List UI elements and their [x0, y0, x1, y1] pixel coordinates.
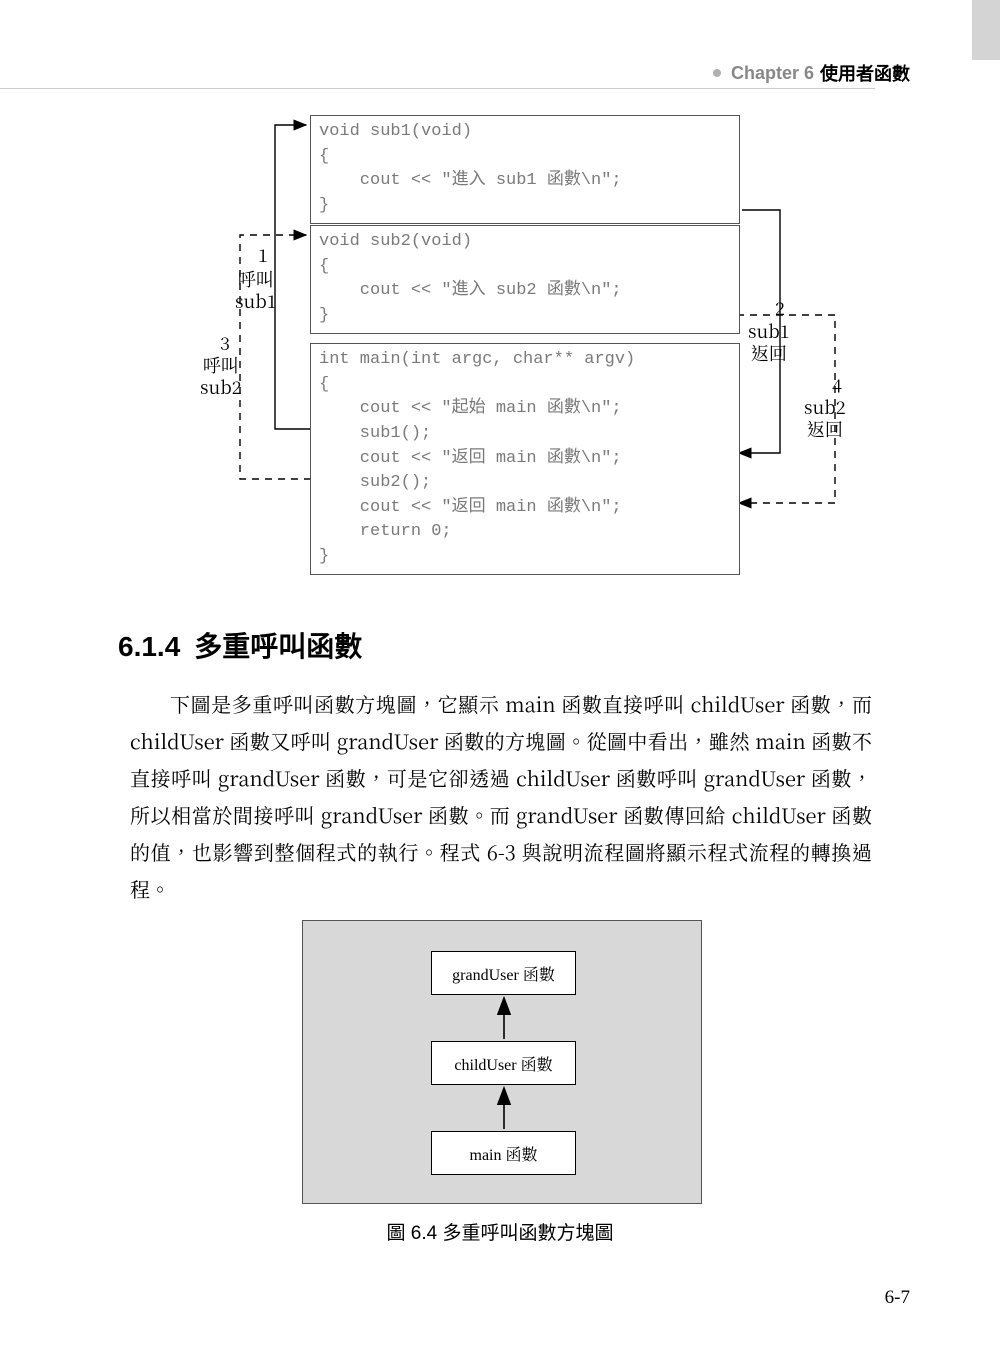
childuser-box: childUser 函數 — [431, 1041, 576, 1085]
section-number: 6.1.4 — [118, 631, 180, 662]
code-flow-diagram: void sub1(void) { cout << "進入 sub1 函數\n"… — [220, 115, 880, 575]
granduser-box: grandUser 函數 — [431, 951, 576, 995]
header-rule — [0, 88, 875, 89]
label-call-sub1: 呼叫 sub1 — [235, 269, 277, 312]
label-sub1-return: sub1 返回 — [748, 321, 790, 364]
main-box: main 函數 — [431, 1131, 576, 1175]
chapter-label: Chapter 6 — [731, 63, 814, 84]
label-num-1: 1 — [258, 245, 268, 267]
label-num-2: 2 — [775, 298, 785, 320]
figure-caption: 圖 6.4 多重呼叫函數方塊圖 — [0, 1218, 1000, 1245]
sub2-code-box: void sub2(void) { cout << "進入 sub2 函數\n"… — [310, 225, 740, 334]
label-sub2-return: sub2 返回 — [804, 397, 846, 440]
chapter-title: 使用者函數 — [820, 60, 910, 86]
chapter-tab — [972, 0, 1000, 60]
header-bullet-icon — [713, 69, 721, 77]
block-diagram: grandUser 函數 childUser 函數 main 函數 — [302, 920, 702, 1204]
section-heading: 6.1.4 多重呼叫函數 — [118, 625, 362, 665]
section-title: 多重呼叫函數 — [194, 631, 362, 662]
label-call-sub2: 呼叫 sub2 — [200, 355, 242, 398]
page-number: 6-7 — [885, 1287, 910, 1309]
sub1-code-box: void sub1(void) { cout << "進入 sub1 函數\n"… — [310, 115, 740, 224]
body-paragraph: 下圖是多重呼叫函數方塊圖，它顯示 main 函數直接呼叫 childUser 函… — [130, 685, 872, 907]
main-code-box: int main(int argc, char** argv) { cout <… — [310, 343, 740, 575]
page-header: Chapter 6 使用者函數 — [713, 60, 910, 86]
